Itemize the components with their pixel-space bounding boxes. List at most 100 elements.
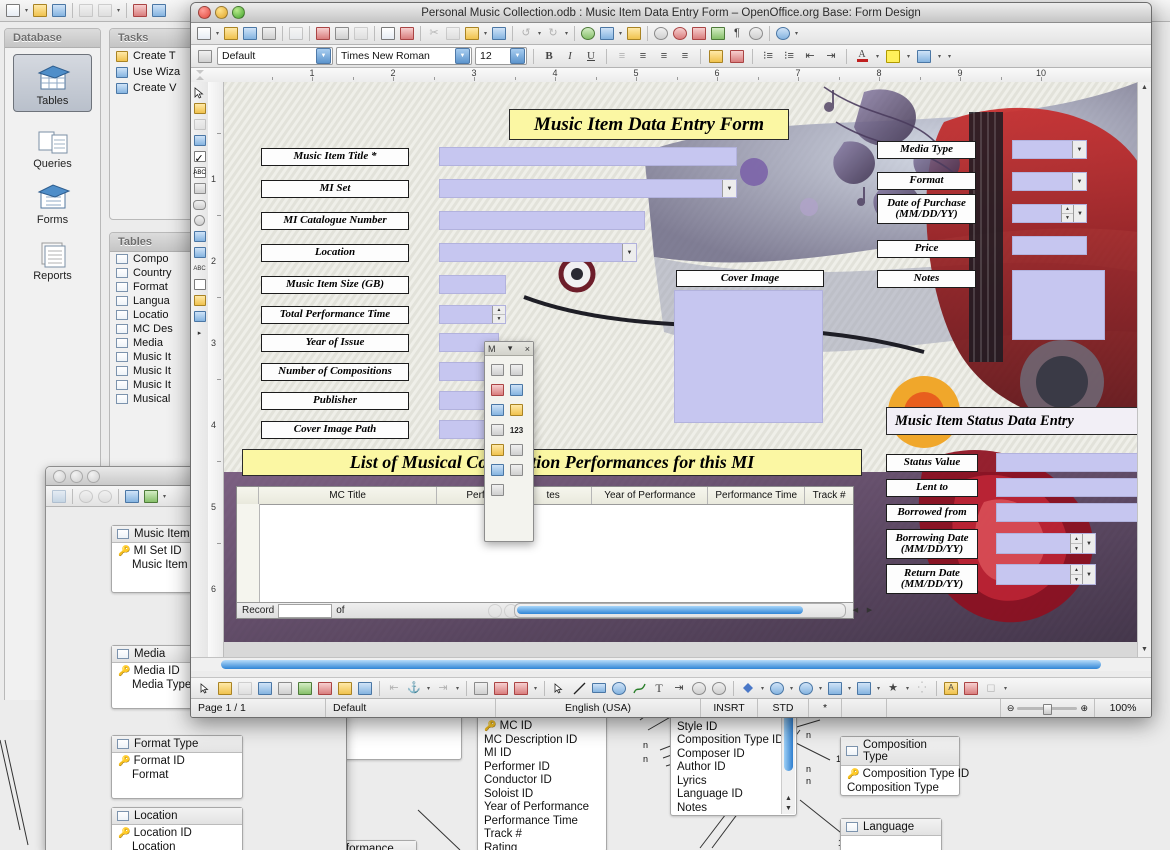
font-size-select[interactable]: 12 ▼ xyxy=(475,47,527,65)
new-document-icon[interactable] xyxy=(195,25,213,43)
new-relation-icon[interactable] xyxy=(142,487,160,505)
undo-icon[interactable]: ↺ xyxy=(517,25,535,43)
dropdown-arrow-icon[interactable]: ▾ xyxy=(936,53,943,60)
relbox-format-type[interactable]: Format Type 🔑 Format ID Format xyxy=(111,735,243,799)
field-mi-catalogue-number[interactable] xyxy=(439,211,645,230)
cut-icon[interactable]: ✂ xyxy=(425,25,443,43)
standard-toolbar[interactable]: ▾ ✂ ▾ ↺ ▾ ↻ ▾ ▾ ¶ ▾ xyxy=(191,23,1151,45)
control-wizards-icon[interactable] xyxy=(192,117,207,132)
dropdown-arrow-icon[interactable]: ▾ xyxy=(905,53,912,60)
position-size-icon[interactable]: ⇤ xyxy=(385,679,403,697)
paste-icon[interactable] xyxy=(463,25,481,43)
palette-titlebar[interactable]: M ▾ × xyxy=(485,342,533,356)
show-draw-functions-icon[interactable] xyxy=(625,25,643,43)
minimize-button[interactable] xyxy=(215,6,228,19)
chevron-down-icon[interactable]: ▼ xyxy=(1072,141,1086,158)
form-navigator-icon[interactable] xyxy=(256,679,274,697)
callouts-icon[interactable]: ⇥ xyxy=(670,679,688,697)
form-window-titlebar[interactable]: Personal Music Collection.odb : Music It… xyxy=(191,3,1151,23)
extrusion-icon[interactable]: ◻ xyxy=(982,679,1000,697)
select-icon[interactable] xyxy=(550,679,568,697)
scrollbar-thumb[interactable] xyxy=(784,710,793,772)
dropdown-arrow-icon[interactable]: ▾ xyxy=(563,30,570,37)
design-mode-icon[interactable] xyxy=(216,679,234,697)
hyperlink-icon[interactable] xyxy=(579,25,597,43)
toolbar-overflow-icon[interactable]: ▾ xyxy=(1002,685,1009,692)
paste-icon[interactable] xyxy=(96,2,114,20)
email-document-icon[interactable] xyxy=(260,25,278,43)
form-design-window[interactable]: Personal Music Collection.odb : Music It… xyxy=(190,2,1152,718)
field-notes[interactable] xyxy=(1012,270,1105,340)
sidebar-item-forms[interactable]: Forms xyxy=(5,174,100,230)
align-right-icon[interactable]: ≡ xyxy=(655,47,673,65)
dropdown-arrow-icon[interactable]: ▾ xyxy=(23,7,30,14)
paragraph-style-icon[interactable] xyxy=(196,47,214,65)
bold-button[interactable]: B xyxy=(540,47,558,65)
list-box-icon[interactable] xyxy=(192,229,207,244)
align-icon[interactable]: ⇥ xyxy=(434,679,452,697)
align-center-icon[interactable]: ≡ xyxy=(634,47,652,65)
subform-horizontal-scrollbar[interactable] xyxy=(514,603,846,618)
scroll-down-arrow-icon[interactable]: ▼ xyxy=(784,805,793,812)
redo-icon[interactable]: ↻ xyxy=(544,25,562,43)
status-language[interactable]: English (USA) xyxy=(496,699,701,717)
add-field-icon[interactable] xyxy=(276,679,294,697)
redo-icon[interactable] xyxy=(96,487,114,505)
text-box-icon[interactable] xyxy=(192,181,207,196)
window-controls[interactable] xyxy=(191,6,245,19)
open-in-design-icon[interactable] xyxy=(316,679,334,697)
design-vertical-scrollbar[interactable]: ▲ ▼ xyxy=(1137,82,1151,658)
toolbar-overflow-icon[interactable]: ▾ xyxy=(946,53,953,60)
font-color-icon[interactable]: A xyxy=(853,47,871,65)
decrease-indent-icon[interactable]: ⇤ xyxy=(801,47,819,65)
subform-grid[interactable]: MC Title Perf tes Year of Performance Pe… xyxy=(236,486,854,619)
dropdown-arrow-icon[interactable]: ▾ xyxy=(875,685,882,692)
scroll-up-arrow-icon[interactable]: ▲ xyxy=(1140,84,1149,94)
calendar-dropdown-icon[interactable]: ▼ xyxy=(1082,565,1095,584)
increase-indent-icon[interactable]: ⇥ xyxy=(822,47,840,65)
undo-icon[interactable] xyxy=(77,487,95,505)
field-music-item-title[interactable] xyxy=(439,147,737,166)
scroll-left-arrow-icon[interactable]: ◀ xyxy=(849,603,862,616)
print-preview-icon[interactable] xyxy=(352,25,370,43)
grid-row-selector-column[interactable] xyxy=(237,504,260,603)
time-field-icon[interactable] xyxy=(507,400,526,420)
spin-button-icon[interactable] xyxy=(507,360,526,380)
freeform-line-icon[interactable] xyxy=(630,679,648,697)
zoom-button[interactable] xyxy=(87,469,100,483)
stars-shapes-icon[interactable] xyxy=(826,679,844,697)
formatted-field-icon[interactable] xyxy=(507,440,526,460)
relbox-musical-composition[interactable]: Musical Composition 🔑 MC ID MC Descripti… xyxy=(477,700,607,850)
dropdown-arrow-icon[interactable]: ▾ xyxy=(482,30,489,37)
zoom-track[interactable] xyxy=(1017,703,1078,715)
field-total-performance-time[interactable]: ▲ ▼ xyxy=(439,305,506,324)
close-button[interactable] xyxy=(53,469,66,483)
dropdown-arrow-icon[interactable]: ▾ xyxy=(846,685,853,692)
dropdown-arrow-icon[interactable]: ▾ xyxy=(874,53,881,60)
status-page[interactable]: Page 1 / 1 xyxy=(191,699,326,717)
grid-visible-icon[interactable] xyxy=(472,679,490,697)
dropdown-arrow-icon[interactable]: ▾ xyxy=(788,685,795,692)
dropdown-arrow-icon[interactable]: ▾ xyxy=(904,685,911,692)
callout-shapes-icon[interactable] xyxy=(855,679,873,697)
copy-icon[interactable] xyxy=(77,2,95,20)
table-icon[interactable] xyxy=(598,25,616,43)
form-properties-icon[interactable] xyxy=(192,293,207,308)
field-date-of-purchase[interactable]: ▲ ▼ ▼ xyxy=(1012,204,1087,223)
relbox-language[interactable]: Language xyxy=(840,818,942,850)
control-wizards-icon[interactable] xyxy=(236,679,254,697)
highlighting-icon[interactable] xyxy=(884,47,902,65)
dropdown-arrow-icon[interactable]: ▾ xyxy=(454,685,461,692)
chevron-down-icon[interactable]: ▼ xyxy=(510,48,525,64)
ellipse-icon[interactable] xyxy=(610,679,628,697)
zoom-button[interactable] xyxy=(232,6,245,19)
select-tool-icon[interactable] xyxy=(196,679,214,697)
formatted-field-icon[interactable]: ABC xyxy=(192,261,207,276)
symbol-shapes2-icon[interactable] xyxy=(797,679,815,697)
field-status-value[interactable] xyxy=(996,453,1138,472)
gallery-icon[interactable] xyxy=(690,25,708,43)
scroll-up-arrow-icon[interactable]: ▲ xyxy=(784,795,793,802)
new-document-icon[interactable] xyxy=(4,2,22,20)
image-button-icon[interactable] xyxy=(192,277,207,292)
zoom-in-icon[interactable]: ⊕ xyxy=(1080,703,1088,714)
